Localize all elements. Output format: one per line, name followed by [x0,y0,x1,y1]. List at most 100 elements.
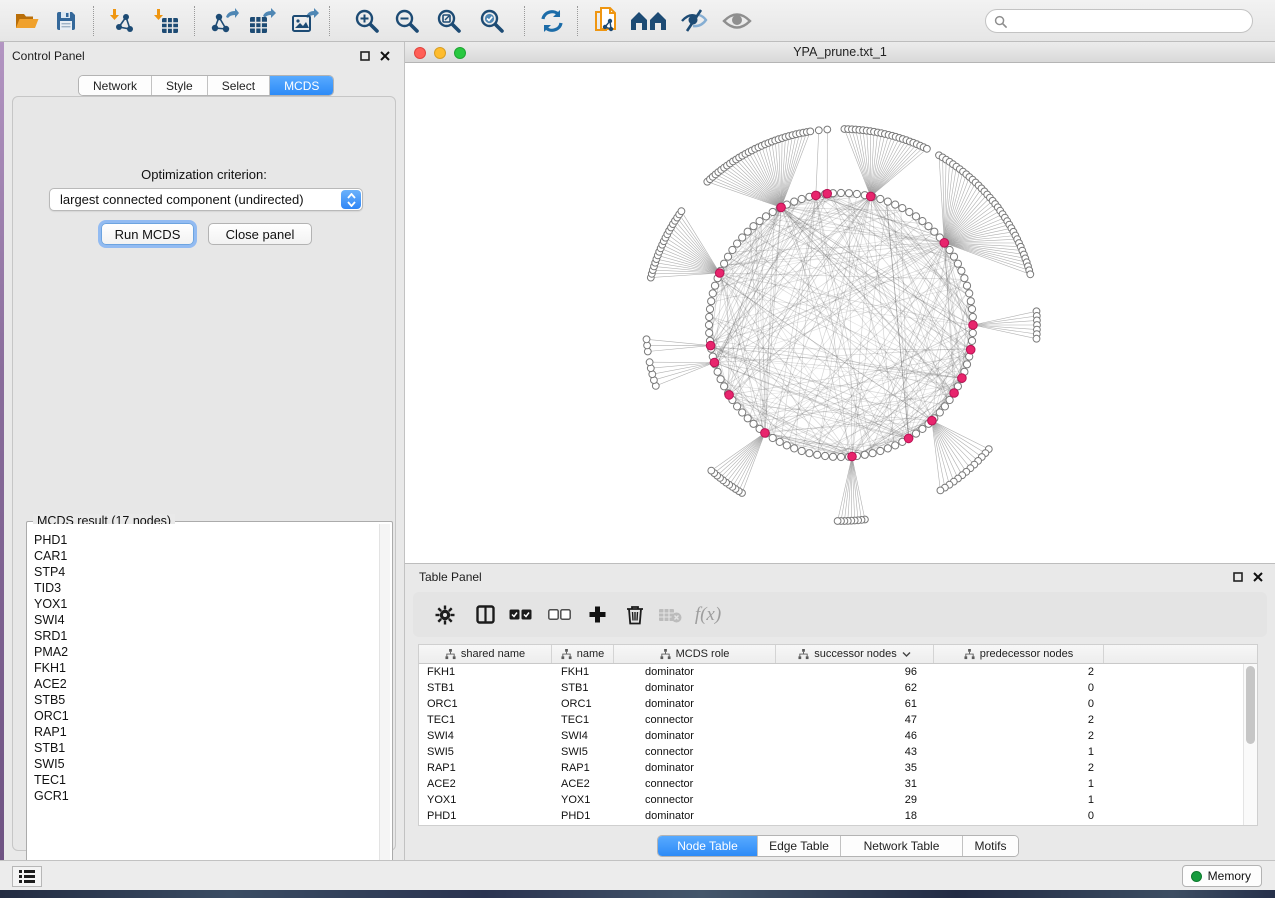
ring-node[interactable] [717,376,724,383]
ring-node[interactable] [714,368,721,375]
ring-node[interactable] [837,189,844,196]
mcds-result-item[interactable]: GCR1 [29,788,379,804]
ring-node[interactable] [869,450,876,457]
mcds-result-item[interactable]: SWI4 [29,612,379,628]
table-settings-button[interactable] [428,598,462,631]
ring-node[interactable] [912,430,919,437]
ring-node[interactable] [837,453,844,460]
ring-node[interactable] [946,396,953,403]
mcds-dominator-node[interactable] [969,321,978,330]
ring-node[interactable] [877,447,884,454]
export-network-button[interactable] [206,3,244,39]
ring-node[interactable] [941,403,948,410]
ring-node[interactable] [791,445,798,452]
ring-node[interactable] [734,240,741,247]
delete-column-button[interactable] [618,598,652,631]
ring-node[interactable] [919,218,926,225]
mcds-result-item[interactable]: CAR1 [29,548,379,564]
ring-node[interactable] [950,253,957,260]
ring-node[interactable] [798,195,805,202]
mcds-result-item[interactable]: SWI5 [29,756,379,772]
column-header-shared-name[interactable]: shared name [419,645,552,663]
ring-node[interactable] [769,208,776,215]
deselect-all-button[interactable] [542,598,576,631]
ring-node[interactable] [853,190,860,197]
new-network-from-selection-button[interactable] [588,3,626,39]
table-row[interactable]: YOX1YOX1connector291 [419,792,1243,808]
ring-node[interactable] [845,190,852,197]
ring-node[interactable] [711,282,718,289]
table-row[interactable]: ORC1ORC1dominator610 [419,696,1243,712]
mcds-result-item[interactable]: TEC1 [29,772,379,788]
close-panel-action-button[interactable]: Close panel [208,223,312,245]
ring-node[interactable] [822,452,829,459]
satellite-node[interactable] [815,127,822,134]
mcds-result-item[interactable]: YOX1 [29,596,379,612]
mcds-result-item[interactable]: STB5 [29,692,379,708]
ring-node[interactable] [969,313,976,320]
ring-node[interactable] [861,451,868,458]
mcds-result-item[interactable]: ACE2 [29,676,379,692]
ring-node[interactable] [899,205,906,212]
mcds-list-scrollbar[interactable] [379,524,390,890]
table-row[interactable]: SWI4SWI4dominator462 [419,728,1243,744]
ring-node[interactable] [709,290,716,297]
ring-node[interactable] [958,267,965,274]
table-row[interactable]: FKH1FKH1dominator962 [419,664,1243,680]
mcds-result-item[interactable]: SRD1 [29,628,379,644]
satellite-node[interactable] [824,126,831,133]
zoom-fit-button[interactable] [430,3,468,39]
import-table-button[interactable] [147,3,185,39]
select-all-button[interactable] [503,598,537,631]
column-header-name[interactable]: name [552,645,614,663]
ring-node[interactable] [963,282,970,289]
ring-node[interactable] [969,329,976,336]
add-column-button[interactable] [580,598,614,631]
mcds-dominator-node[interactable] [725,391,734,400]
table-scrollbar[interactable] [1243,664,1257,825]
ring-node[interactable] [906,208,913,215]
tab-network[interactable]: Network [79,76,152,95]
mcds-result-item[interactable]: TID3 [29,580,379,596]
ring-node[interactable] [739,234,746,241]
tab-node-table[interactable]: Node Table [658,836,758,856]
table-float-button[interactable] [1230,569,1245,584]
ring-node[interactable] [783,442,790,449]
satellite-node[interactable] [646,359,653,366]
ring-node[interactable] [963,361,970,368]
ring-node[interactable] [954,260,961,267]
criterion-select[interactable]: largest connected component (undirected) [49,188,363,211]
satellite-node[interactable] [834,518,841,525]
table-row[interactable]: TEC1TEC1connector472 [419,712,1243,728]
ring-node[interactable] [744,228,751,235]
ring-node[interactable] [884,445,891,452]
ring-node[interactable] [798,447,805,454]
ring-node[interactable] [769,434,776,441]
import-network-button[interactable] [103,3,141,39]
ring-node[interactable] [739,409,746,416]
satellite-node[interactable] [937,487,944,494]
tab-mcds[interactable]: MCDS [270,76,333,95]
table-close-button[interactable] [1250,569,1265,584]
ring-node[interactable] [806,450,813,457]
mcds-dominator-node[interactable] [866,192,875,201]
mcds-dominator-node[interactable] [940,239,949,248]
function-builder-button[interactable]: f(x) [691,598,725,631]
ring-node[interactable] [925,223,932,230]
ring-node[interactable] [931,228,938,235]
mcds-dominator-node[interactable] [715,269,724,278]
ring-node[interactable] [706,329,713,336]
mcds-dominator-node[interactable] [848,452,857,461]
close-panel-button[interactable] [377,48,392,63]
zoom-in-button[interactable] [348,3,386,39]
ring-node[interactable] [966,290,973,297]
ring-node[interactable] [968,337,975,344]
table-row[interactable]: SWI5SWI5connector431 [419,744,1243,760]
ring-node[interactable] [729,246,736,253]
satellite-node[interactable] [643,336,650,343]
table-row[interactable]: STB1STB1dominator620 [419,680,1243,696]
ring-node[interactable] [919,425,926,432]
memory-button[interactable]: Memory [1182,865,1262,887]
mcds-result-item[interactable]: ORC1 [29,708,379,724]
column-header-successor-nodes[interactable]: successor nodes [776,645,934,663]
